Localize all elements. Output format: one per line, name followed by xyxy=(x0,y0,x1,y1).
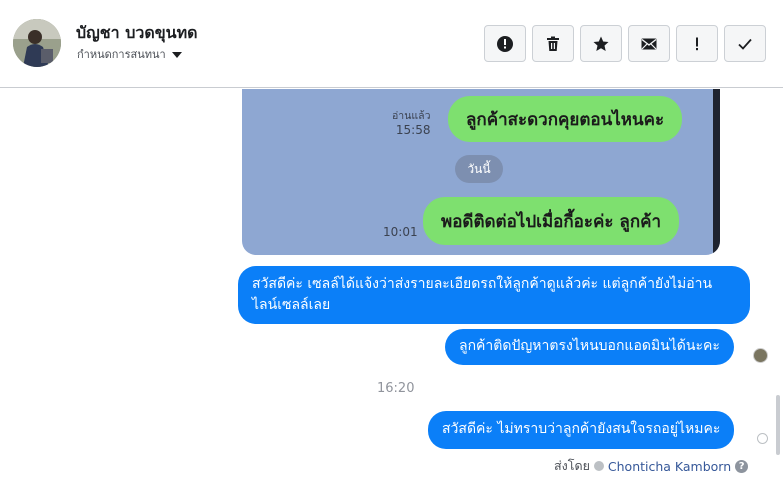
line-message-2-time: 10:01 xyxy=(383,225,418,239)
star-icon xyxy=(593,36,609,51)
message-bubble: ลูกค้าติดปัญหาตรงไหนบอกแอดมินได้นะคะ xyxy=(445,329,734,365)
contact-name[interactable]: บัญชา บวดขุนทด xyxy=(76,21,198,46)
exclamation-icon xyxy=(696,37,698,50)
avatar[interactable] xyxy=(13,19,61,67)
sent-by: ส่งโดย Chonticha Kamborn ? xyxy=(554,456,749,476)
phone-edge xyxy=(713,89,720,255)
sent-status-icon xyxy=(757,433,768,444)
read-time: 15:58 xyxy=(395,123,431,137)
delete-button[interactable] xyxy=(532,25,574,62)
envelope-icon xyxy=(641,38,657,49)
sent-by-label: ส่งโดย xyxy=(554,458,590,473)
mark-done-button[interactable] xyxy=(724,25,766,62)
flag-button[interactable] xyxy=(676,25,718,62)
conversation-header: บัญชา บวดขุนทด กำหนดการสนทนา xyxy=(0,0,783,88)
image-attachment[interactable]: อ่านแล้ว 15:58 ลูกค้าสะดวกคุยตอนไหนคะ วั… xyxy=(242,89,720,255)
sender-name: Chonticha Kamborn xyxy=(607,458,732,474)
assign-label: กำหนดการสนทนา xyxy=(77,48,166,61)
message-timestamp: 16:20 xyxy=(377,381,415,396)
seen-avatar xyxy=(753,348,768,363)
alert-circle-icon xyxy=(497,35,513,52)
star-button[interactable] xyxy=(580,25,622,62)
read-label: อ่านแล้ว xyxy=(392,110,431,122)
scrollbar[interactable] xyxy=(776,395,780,455)
mark-unread-button[interactable] xyxy=(628,25,670,62)
conversation-toolbar xyxy=(484,25,766,62)
line-message-2: พอดีติดต่อไปเมื่อกี้อะค่ะ ลูกค้า xyxy=(423,197,680,245)
caret-down-icon xyxy=(171,52,182,58)
check-icon xyxy=(738,38,752,50)
trash-icon xyxy=(547,36,559,51)
help-icon[interactable]: ? xyxy=(735,459,749,473)
message-bubble: สวัสดีค่ะ ไม่ทราบว่าลูกค้ายังสนใจรถอยู่ไ… xyxy=(428,411,735,449)
read-receipt: อ่านแล้ว 15:58 xyxy=(392,109,430,137)
line-message-1: ลูกค้าสะดวกคุยตอนไหนคะ xyxy=(448,96,683,142)
assign-conversation-dropdown[interactable]: กำหนดการสนทนา xyxy=(77,45,182,63)
date-pill: วันนี้ xyxy=(455,155,503,183)
report-spam-button[interactable] xyxy=(484,25,526,62)
message-bubble: สวัสดีค่ะ เซลล์ได้แจ้งว่าส่งรายละเอียดรถ… xyxy=(238,266,750,324)
check-circle-icon xyxy=(593,461,604,471)
